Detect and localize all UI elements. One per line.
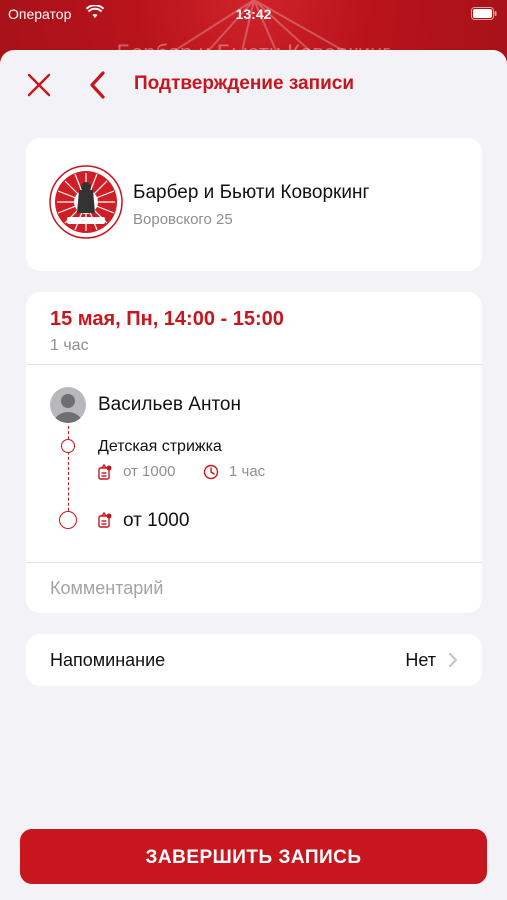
timeline-dot-total	[59, 511, 77, 529]
reminder-row[interactable]: Напоминание Нет	[26, 634, 482, 686]
back-chevron-icon[interactable]	[88, 70, 108, 100]
reminder-label: Напоминание	[50, 650, 166, 670]
clock-icon	[203, 464, 219, 480]
salon-card[interactable]: Барбер и Бьюти Коворкинг Воровского 25	[26, 138, 482, 271]
status-time: 13:42	[235, 6, 272, 22]
price-tag-icon	[98, 464, 112, 480]
avatar-icon	[50, 387, 86, 423]
nav-bar: Подтверждение записи	[0, 50, 507, 118]
close-icon[interactable]	[26, 72, 52, 98]
page-title: Подтверждение записи	[134, 73, 354, 94]
price-tag-icon	[98, 512, 112, 528]
booking-duration: 1 час	[50, 337, 89, 354]
total-price: от 1000	[123, 510, 190, 531]
divider	[26, 364, 482, 365]
status-bar: Оператор 13:42	[0, 0, 507, 30]
salon-address: Воровского 25	[133, 211, 233, 228]
complete-booking-button[interactable]: ЗАВЕРШИТЬ ЗАПИСЬ	[20, 829, 487, 884]
booking-confirmation-sheet: Подтверждение записи Барбер и Бьюти Ково…	[0, 50, 507, 900]
timeline-dot	[61, 439, 75, 453]
booking-datetime: 15 мая, Пн, 14:00 - 15:00	[50, 308, 284, 330]
reminder-value: Нет	[405, 650, 436, 670]
chevron-right-icon	[449, 653, 457, 667]
service-price: от 1000	[123, 463, 176, 480]
service-name: Детская стрижка	[98, 438, 222, 455]
salon-logo	[49, 165, 123, 239]
master-name: Васильев Антон	[98, 394, 241, 415]
comment-input[interactable]: Комментарий	[50, 578, 163, 599]
booking-details-card: 15 мая, Пн, 14:00 - 15:00 1 час Васильев…	[26, 292, 482, 613]
service-duration: 1 час	[229, 463, 266, 480]
divider	[26, 562, 482, 563]
battery-icon	[471, 7, 497, 20]
salon-name: Барбер и Бьюти Коворкинг	[133, 182, 370, 203]
